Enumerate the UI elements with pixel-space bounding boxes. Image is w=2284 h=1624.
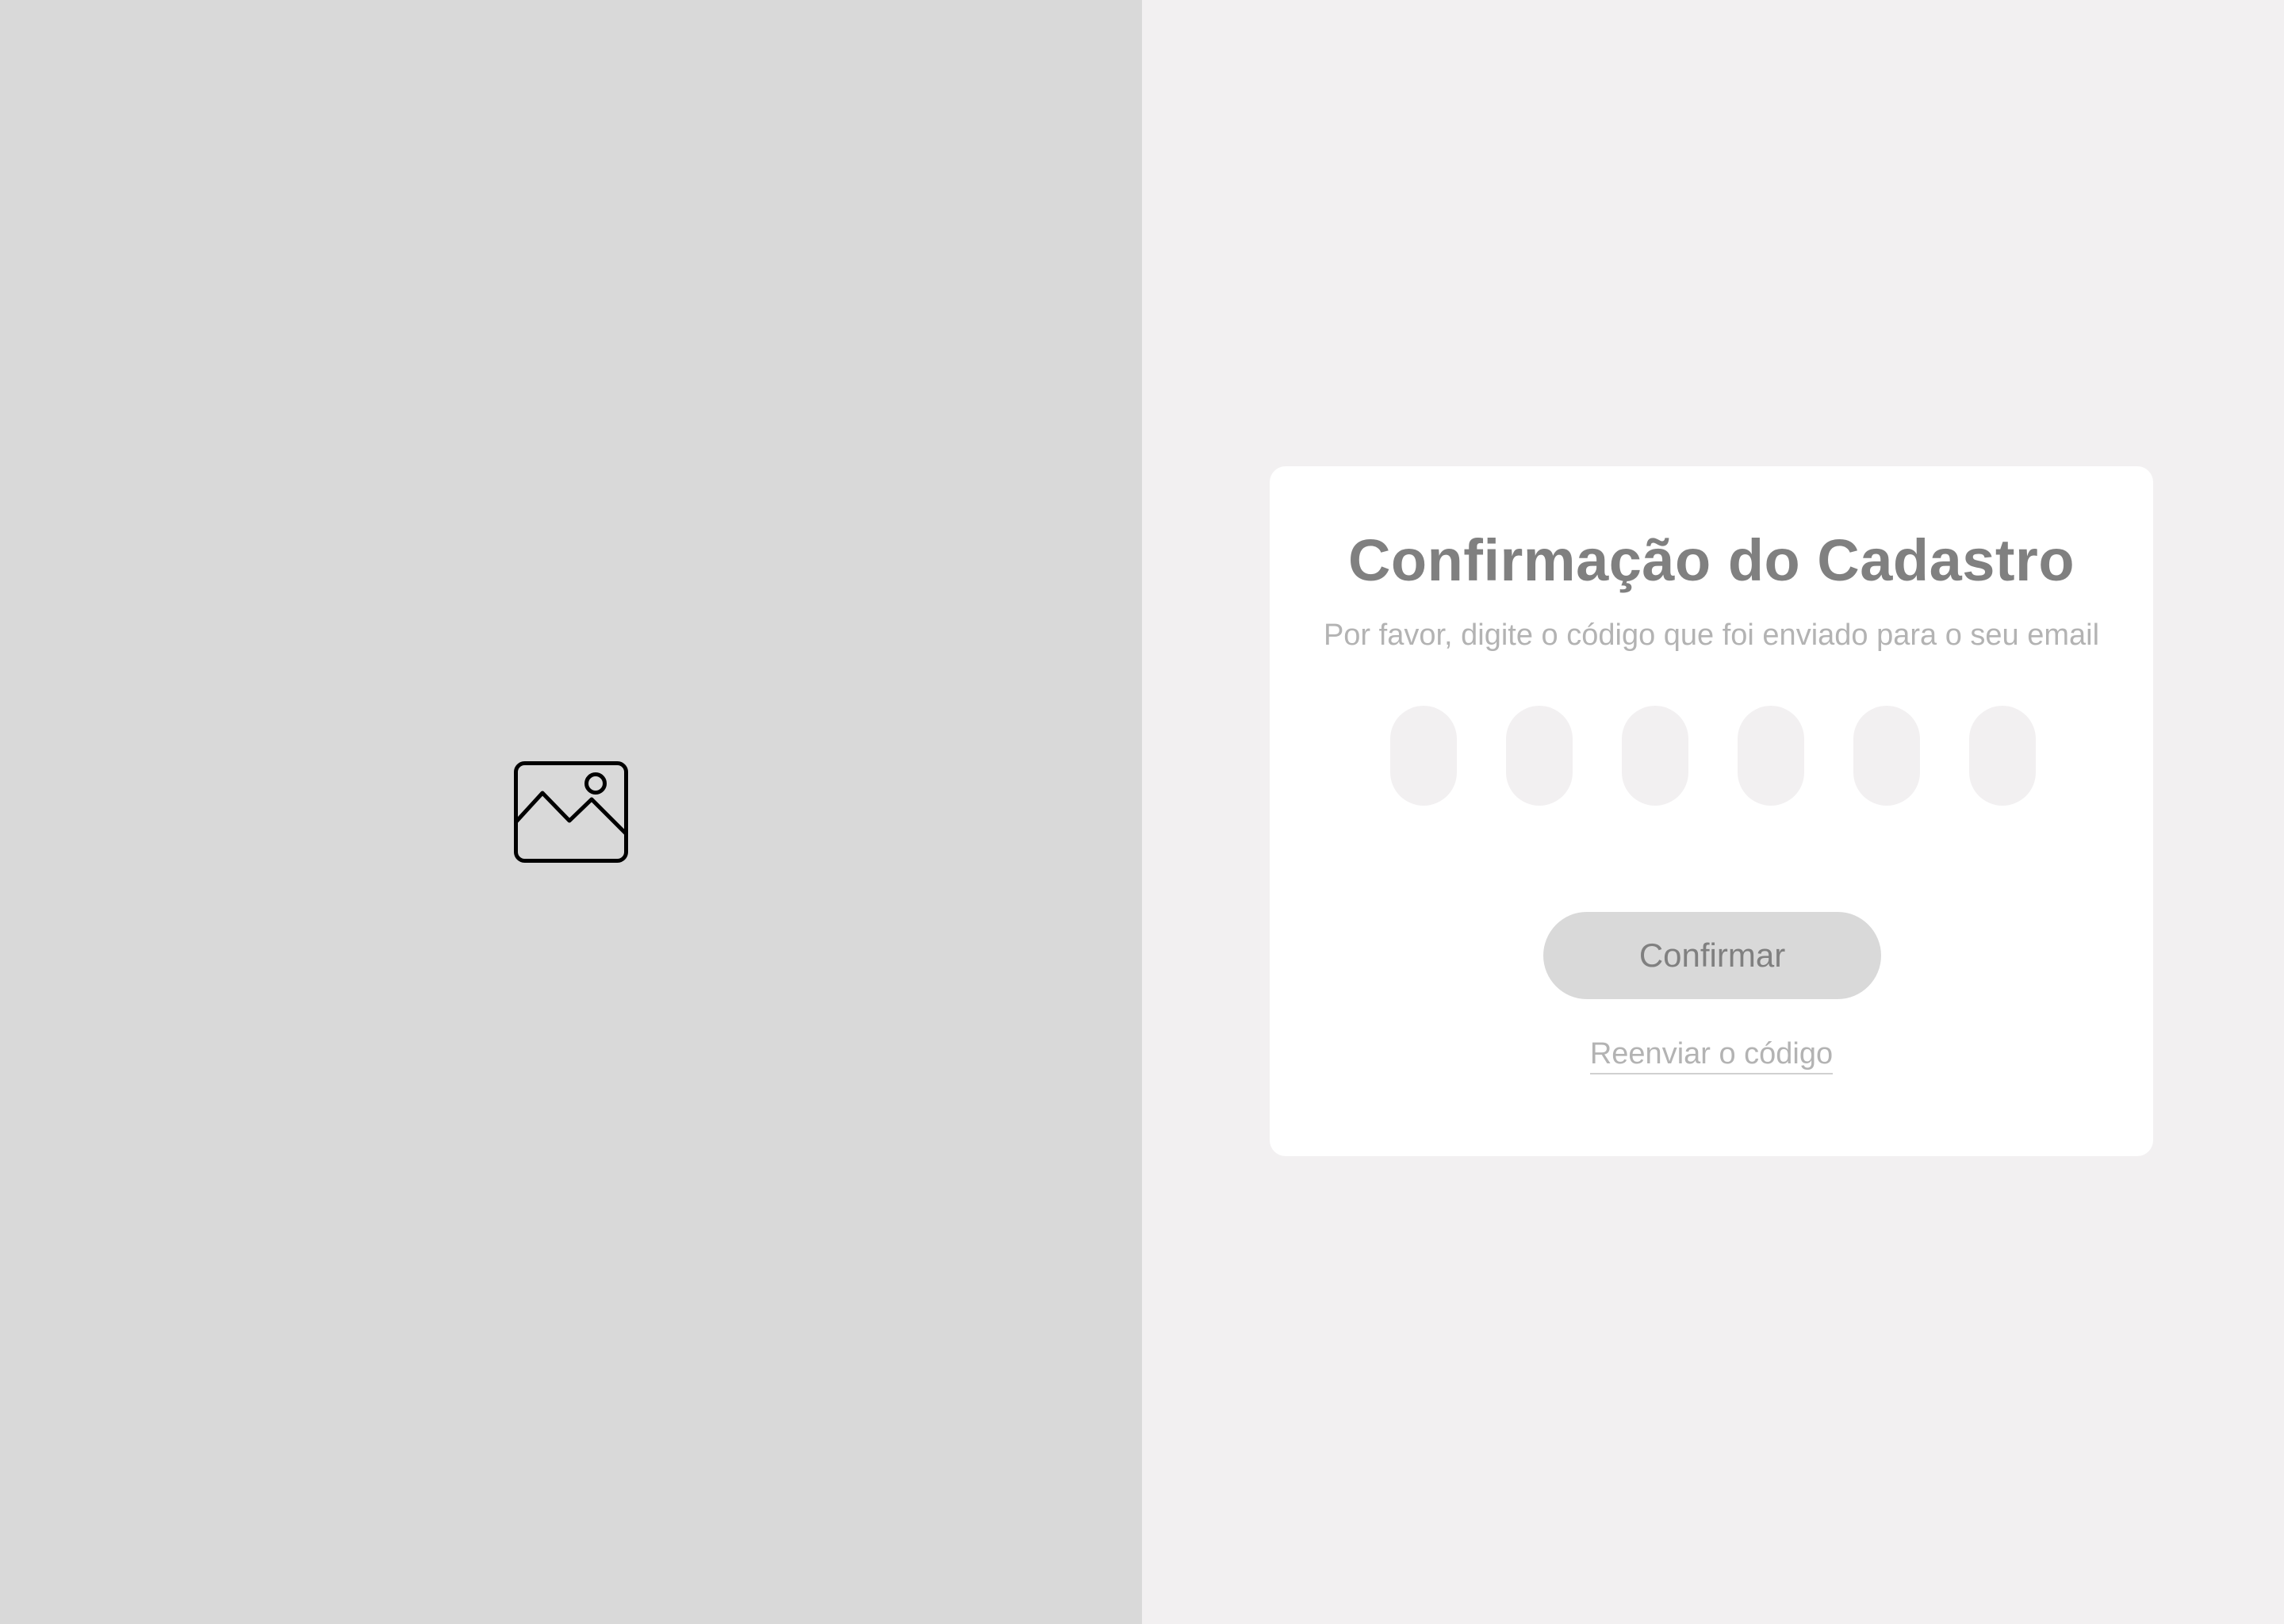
card-subtitle: Por favor, digite o código que foi envia… xyxy=(1323,619,2100,652)
image-placeholder-panel xyxy=(0,0,1142,1624)
form-panel: Confirmação do Cadastro Por favor, digit… xyxy=(1142,0,2284,1624)
confirm-button[interactable]: Confirmar xyxy=(1543,912,1881,999)
code-digit-4-input[interactable] xyxy=(1738,706,1804,806)
code-digit-5-input[interactable] xyxy=(1853,706,1920,806)
confirmation-card: Confirmação do Cadastro Por favor, digit… xyxy=(1270,466,2153,1156)
card-title: Confirmação do Cadastro xyxy=(1347,527,2075,593)
code-digit-1-input[interactable] xyxy=(1390,706,1457,806)
verification-code-row xyxy=(1390,706,2036,806)
code-digit-3-input[interactable] xyxy=(1622,706,1688,806)
resend-code-link[interactable]: Reenviar o código xyxy=(1589,1037,1834,1074)
registration-confirmation-page: Confirmação do Cadastro Por favor, digit… xyxy=(0,0,2284,1624)
image-placeholder-icon xyxy=(514,761,628,863)
code-digit-6-input[interactable] xyxy=(1969,706,2036,806)
code-digit-2-input[interactable] xyxy=(1506,706,1573,806)
resend-link-container: Reenviar o código xyxy=(1270,1037,2153,1074)
